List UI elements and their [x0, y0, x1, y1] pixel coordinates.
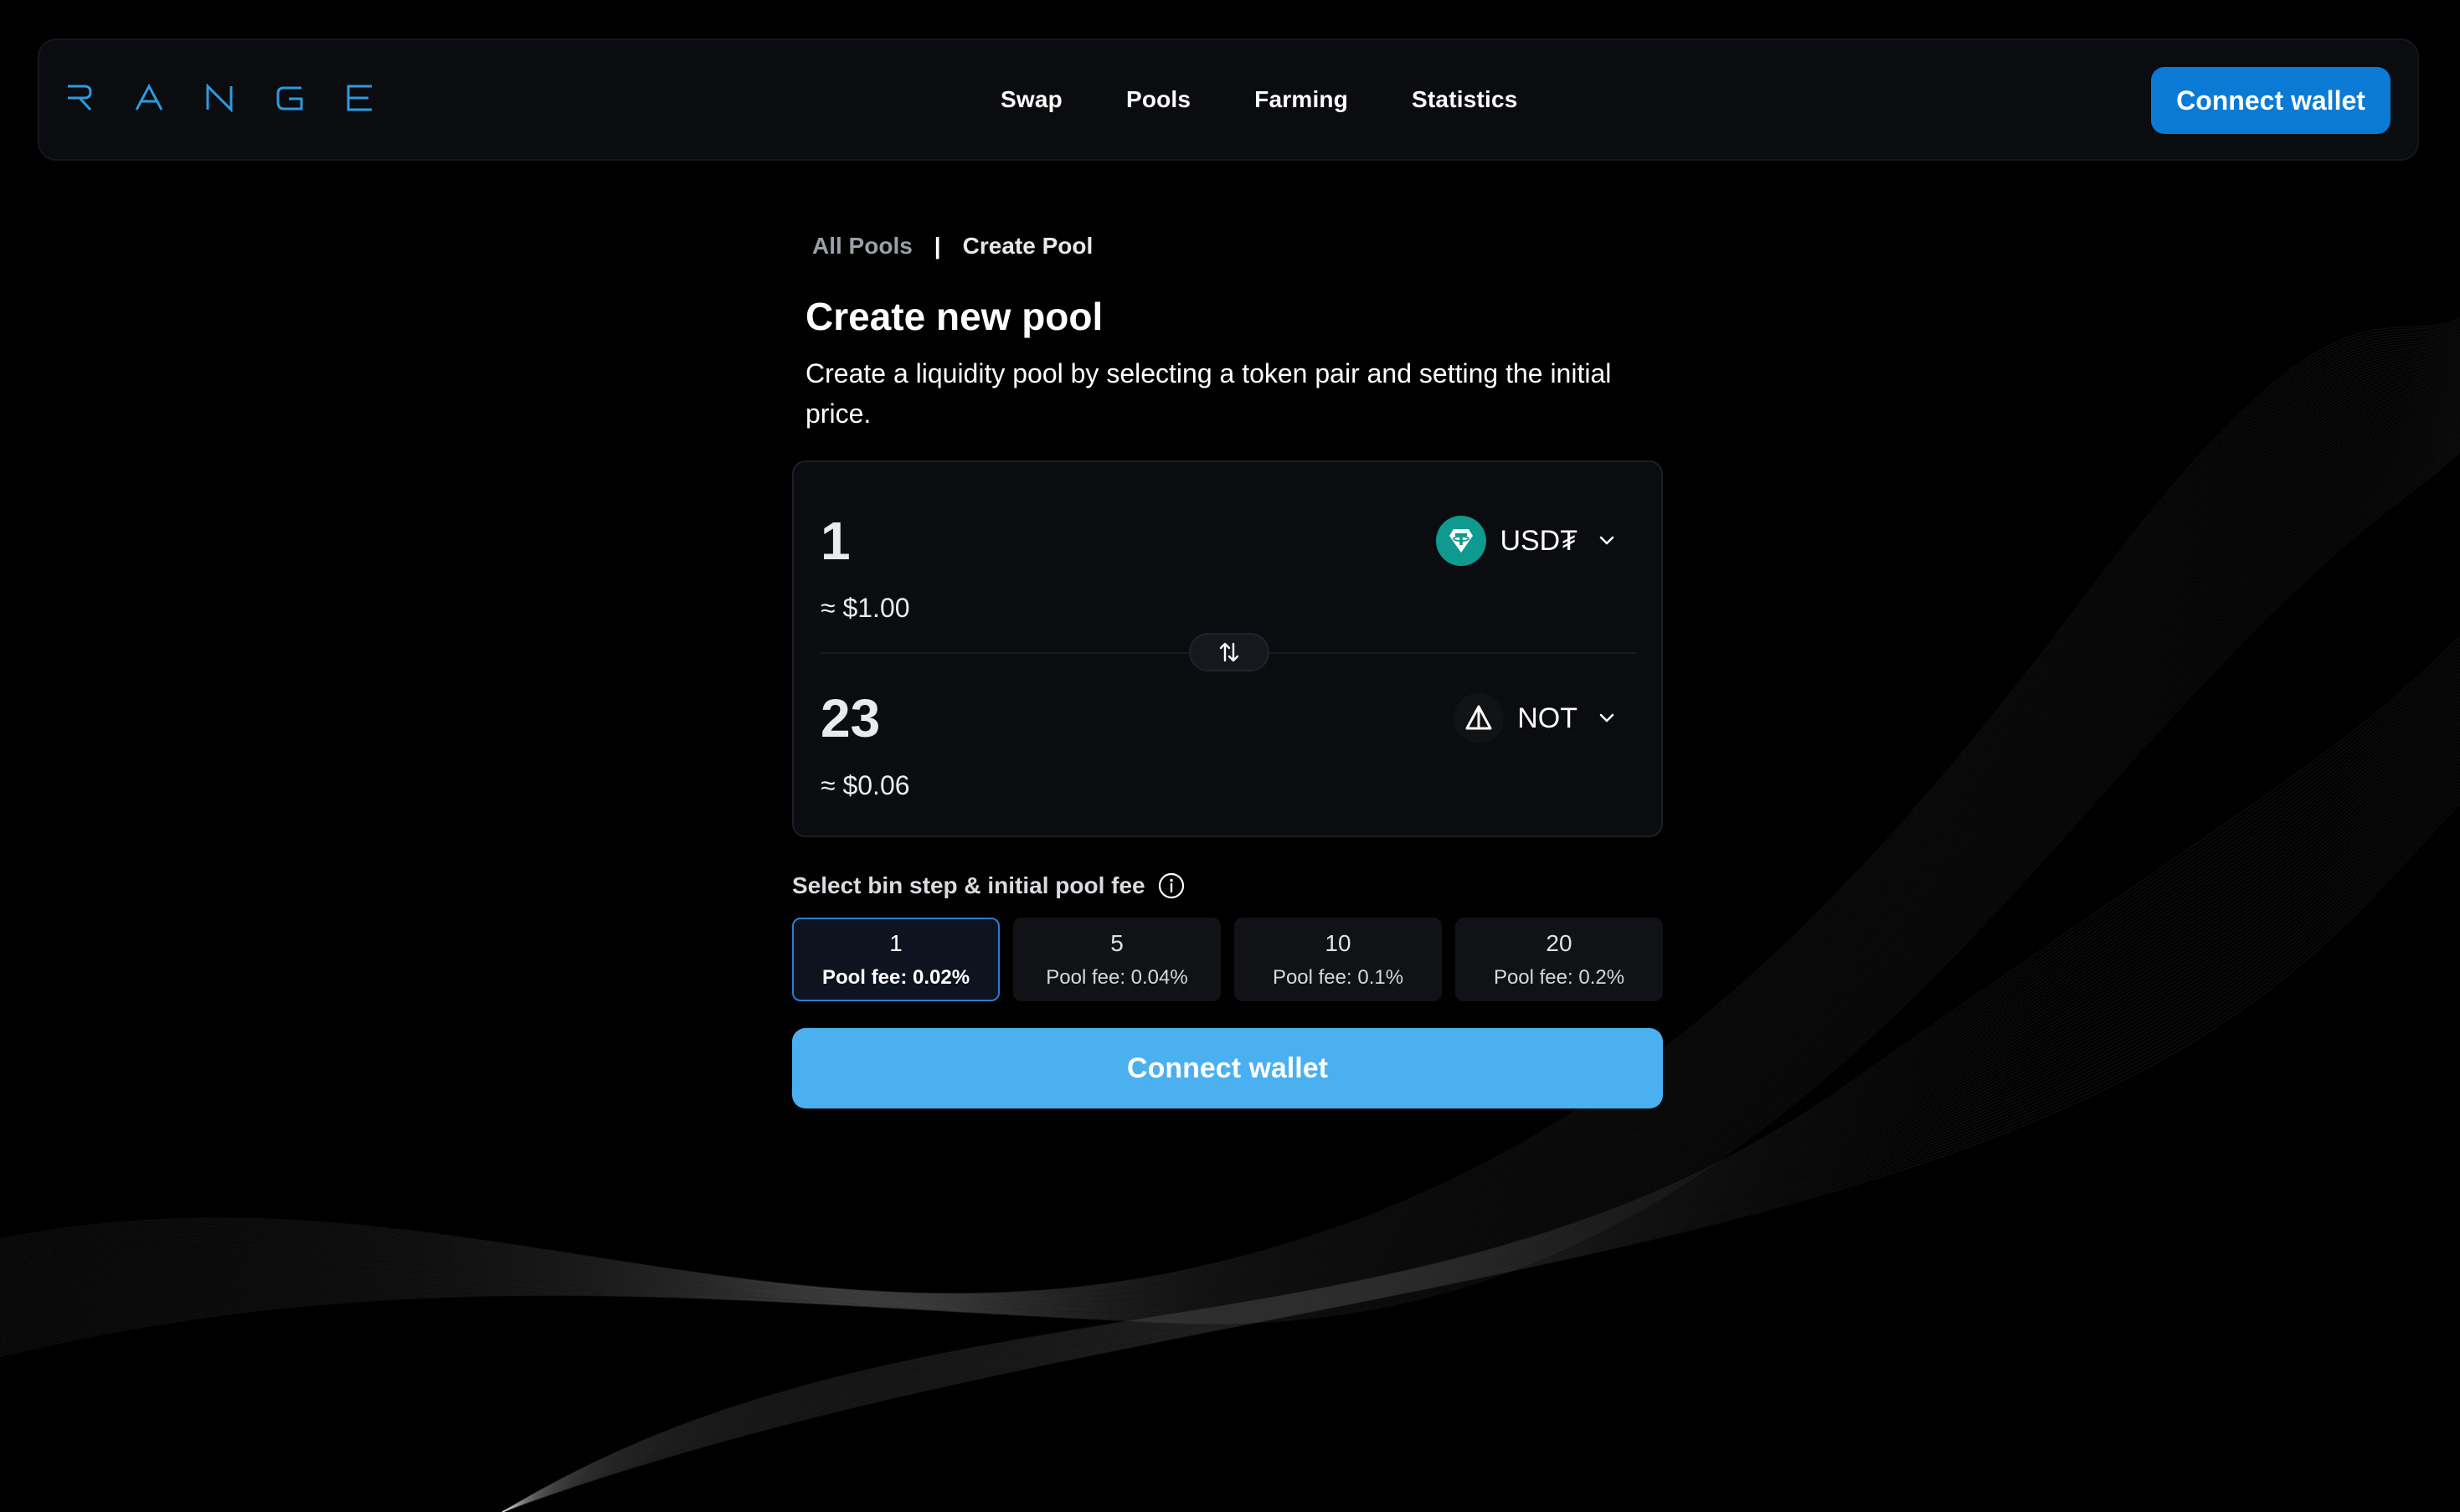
fee-option-step: 10	[1325, 930, 1351, 956]
fee-options: 1 Pool fee: 0.02% 5 Pool fee: 0.04% 10 P…	[792, 918, 1663, 1001]
swap-arrows-icon	[1219, 642, 1239, 662]
nav-swap[interactable]: Swap	[1001, 86, 1063, 113]
info-icon[interactable]	[1157, 872, 1186, 900]
fee-option-20[interactable]: 20 Pool fee: 0.2%	[1455, 918, 1663, 1001]
fee-option-10[interactable]: 10 Pool fee: 0.1%	[1234, 918, 1442, 1001]
page-title: Create new pool	[805, 295, 1104, 338]
base-token-symbol: USD₮	[1500, 524, 1577, 557]
quote-token-symbol: NOT	[1517, 702, 1577, 734]
nav-statistics[interactable]: Statistics	[1412, 86, 1518, 113]
page-description: Create a liquidity pool by selecting a t…	[805, 358, 1612, 429]
breadcrumb-create-pool: Create Pool	[962, 233, 1094, 259]
fee-option-1[interactable]: 1 Pool fee: 0.02%	[792, 918, 1000, 1001]
fee-option-step: 5	[1110, 930, 1124, 956]
main-nav: Swap Pools Farming Statistics	[1001, 40, 1518, 159]
base-token-selector[interactable]: USD₮	[1436, 514, 1618, 568]
fee-label-text: Select bin step & initial pool fee	[792, 872, 1145, 898]
header-connect-wallet-button[interactable]: Connect wallet	[2151, 67, 2391, 134]
logo-letter-n	[206, 84, 233, 112]
logo-letter-g	[276, 86, 303, 111]
fee-option-5[interactable]: 5 Pool fee: 0.04%	[1013, 918, 1221, 1001]
logo-letter-r	[68, 85, 92, 111]
logo-letter-a	[135, 84, 163, 111]
fee-option-step: 1	[889, 930, 903, 956]
logo-letter-e	[347, 85, 372, 111]
top-navbar: Swap Pools Farming Statistics Connect wa…	[38, 39, 2419, 161]
token-pair-card: 1 ≈ $1.00 USD₮ 23 ≈ $0.06 NOT	[792, 460, 1663, 837]
fee-option-fee: Pool fee: 0.2%	[1493, 966, 1625, 989]
breadcrumb: All Pools | Create Pool	[812, 226, 1663, 266]
breadcrumb-all-pools[interactable]: All Pools	[812, 233, 913, 260]
connect-wallet-button[interactable]: Connect wallet	[792, 1028, 1663, 1108]
quote-token-selector[interactable]: NOT	[1454, 692, 1618, 745]
base-usd-value: ≈ $1.00	[821, 593, 910, 623]
quote-usd-value: ≈ $0.06	[821, 770, 910, 800]
range-logo[interactable]	[64, 84, 374, 112]
chevron-down-icon	[1599, 713, 1614, 723]
nav-farming[interactable]: Farming	[1254, 86, 1348, 113]
token-row-quote: 23 ≈ $0.06 NOT	[821, 687, 1636, 802]
chevron-down-icon	[1599, 536, 1614, 545]
breadcrumb-separator: |	[934, 233, 941, 259]
swap-direction-button[interactable]	[1189, 633, 1269, 671]
fee-option-step: 20	[1546, 930, 1572, 956]
fee-option-fee: Pool fee: 0.1%	[1272, 966, 1404, 989]
fee-option-fee: Pool fee: 0.04%	[1046, 966, 1188, 989]
nav-pools[interactable]: Pools	[1126, 86, 1191, 113]
app-root: Swap Pools Farming Statistics Connect wa…	[0, 0, 2460, 1512]
fee-section-label: Select bin step & initial pool fee	[792, 869, 1663, 903]
notcoin-icon	[1454, 693, 1505, 743]
token-row-base: 1 ≈ $1.00 USD₮	[821, 509, 1636, 625]
create-pool-panel: All Pools | Create Pool Create new pool …	[792, 226, 1663, 1108]
tether-icon	[1436, 516, 1487, 566]
fee-option-fee: Pool fee: 0.02%	[821, 966, 970, 989]
